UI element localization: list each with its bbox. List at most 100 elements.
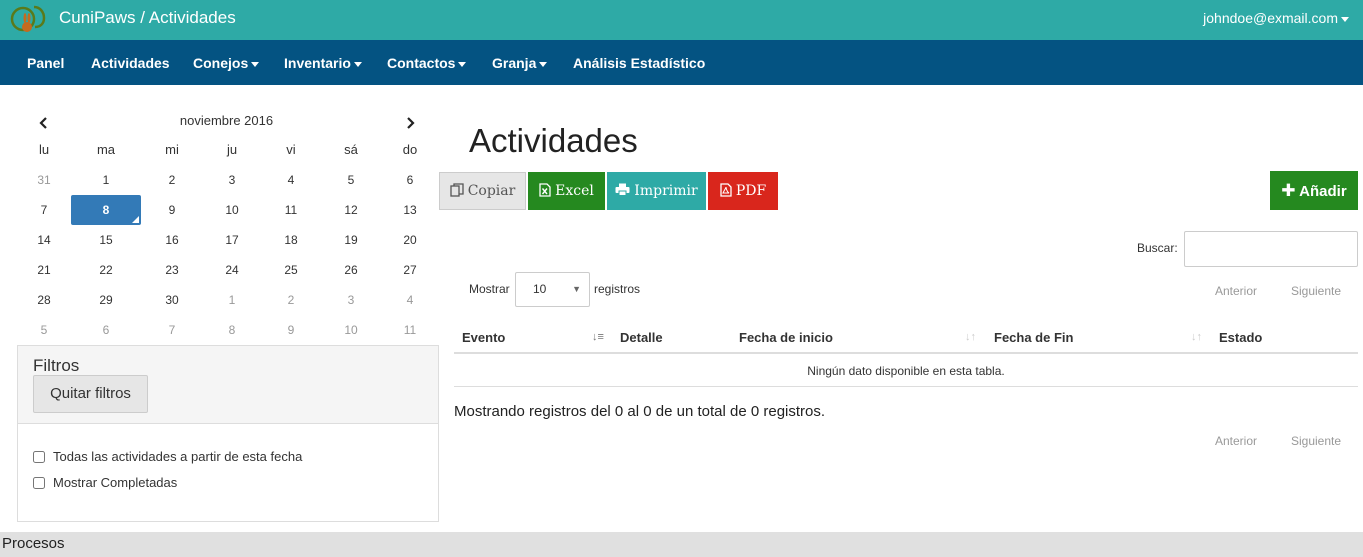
filter-show-completed[interactable]: Mostrar Completadas — [33, 475, 177, 490]
page-title: Actividades — [469, 122, 638, 159]
calendar-day[interactable]: 9 — [261, 315, 321, 345]
calendar-day-selected[interactable]: 8 — [71, 195, 141, 225]
nav-label: Inventario — [284, 55, 351, 71]
weekday-label: sá — [344, 142, 358, 157]
calendar-day[interactable]: 19 — [321, 225, 381, 255]
print-button[interactable]: Imprimir — [607, 172, 706, 210]
user-menu[interactable]: johndoe@exmail.com — [1203, 10, 1349, 26]
calendar-day[interactable]: 2 — [261, 285, 321, 315]
chevron-right-icon[interactable] — [400, 113, 420, 133]
main-nav: Panel Actividades Conejos Inventario Con… — [0, 40, 1363, 85]
filter-show-completed-checkbox[interactable] — [33, 477, 45, 489]
pdf-label: PDF — [735, 183, 767, 199]
calendar-day[interactable]: 4 — [380, 285, 440, 315]
clear-filters-button[interactable]: Quitar filtros — [33, 375, 148, 413]
pdf-button[interactable]: PDF — [708, 172, 778, 210]
calendar-day[interactable]: 15 — [76, 225, 136, 255]
calendar-day[interactable]: 24 — [202, 255, 262, 285]
calendar-month[interactable]: noviembre 2016 — [14, 113, 439, 128]
calendar-day[interactable]: 13 — [380, 195, 440, 225]
calendar-day[interactable]: 23 — [142, 255, 202, 285]
column-evento[interactable]: Evento — [462, 330, 505, 345]
sort-asc-icon[interactable]: ↓≡ — [592, 331, 604, 343]
weekday-label: do — [402, 142, 418, 157]
calendar-day[interactable]: 17 — [202, 225, 262, 255]
calendar-day[interactable]: 25 — [261, 255, 321, 285]
calendar-day[interactable]: 7 — [14, 195, 74, 225]
prev-page-button-bottom[interactable]: Anterior — [1215, 434, 1257, 448]
column-estado[interactable]: Estado — [1219, 330, 1262, 345]
nav-item-conejos[interactable]: Conejos — [193, 55, 260, 71]
calendar-day[interactable]: 26 — [321, 255, 381, 285]
nav-item-contactos[interactable]: Contactos — [387, 55, 467, 71]
calendar-day[interactable]: 10 — [321, 315, 381, 345]
calendar-day[interactable]: 5 — [321, 165, 381, 195]
nav-label: Granja — [492, 55, 537, 71]
caret-down-icon: ▼ — [572, 284, 581, 294]
calendar-day[interactable]: 7 — [142, 315, 202, 345]
processes-title[interactable]: Procesos — [2, 535, 65, 552]
nav-item-granja[interactable]: Granja — [492, 55, 548, 71]
page-length-select[interactable]: 10 ▼ — [515, 272, 590, 307]
calendar-day[interactable]: 4 — [261, 165, 321, 195]
rabbit-logo-icon[interactable] — [10, 3, 50, 35]
column-detalle[interactable]: Detalle — [620, 330, 663, 345]
search-input[interactable] — [1184, 231, 1358, 267]
copy-button[interactable]: Copiar — [439, 172, 526, 210]
add-button[interactable]: ✚ Añadir — [1270, 171, 1358, 210]
prev-page-button[interactable]: Anterior — [1215, 284, 1257, 298]
add-label: Añadir — [1299, 183, 1347, 200]
filter-from-date[interactable]: Todas las actividades a partir de esta f… — [33, 449, 302, 464]
calendar-day[interactable]: 6 — [76, 315, 136, 345]
calendar-day[interactable]: 1 — [76, 165, 136, 195]
caret-down-icon — [353, 61, 362, 67]
next-page-button[interactable]: Siguiente — [1291, 284, 1341, 298]
nav-item-inventario[interactable]: Inventario — [284, 55, 362, 71]
processes-bar: Procesos — [0, 532, 1363, 557]
column-fecha-fin[interactable]: Fecha de Fin — [994, 330, 1073, 345]
calendar-day[interactable]: 5 — [14, 315, 74, 345]
calendar-day[interactable]: 21 — [14, 255, 74, 285]
calendar-day[interactable]: 18 — [261, 225, 321, 255]
nav-label: Actividades — [91, 55, 170, 71]
calendar-day[interactable]: 8 — [202, 315, 262, 345]
calendar-day[interactable]: 30 — [142, 285, 202, 315]
calendar-day[interactable]: 20 — [380, 225, 440, 255]
sort-icon[interactable]: ↓↑ — [1191, 331, 1202, 343]
pdf-file-icon — [720, 183, 732, 197]
calendar-day[interactable]: 2 — [142, 165, 202, 195]
calendar-day[interactable]: 3 — [202, 165, 262, 195]
calendar-day[interactable]: 6 — [380, 165, 440, 195]
calendar-day[interactable]: 29 — [76, 285, 136, 315]
app-title[interactable]: CuniPaws / Actividades — [59, 8, 236, 28]
calendar-day[interactable]: 27 — [380, 255, 440, 285]
printer-icon — [615, 183, 630, 196]
next-page-button-bottom[interactable]: Siguiente — [1291, 434, 1341, 448]
nav-item-panel[interactable]: Panel — [27, 55, 64, 71]
column-fecha-inicio[interactable]: Fecha de inicio — [739, 330, 833, 345]
calendar-weekdays: lu ma mi ju vi sá do — [14, 135, 439, 165]
nav-item-actividades[interactable]: Actividades — [91, 55, 170, 71]
filter-from-date-checkbox[interactable] — [33, 451, 45, 463]
calendar-day[interactable]: 16 — [142, 225, 202, 255]
calendar-day[interactable]: 22 — [76, 255, 136, 285]
calendar-day[interactable]: 9 — [142, 195, 202, 225]
calendar-day[interactable]: 14 — [14, 225, 74, 255]
sort-icon[interactable]: ↓↑ — [965, 331, 976, 343]
checkbox-label: Mostrar Completadas — [53, 475, 178, 490]
nav-label: Conejos — [193, 55, 249, 71]
nav-item-analisis[interactable]: Análisis Estadístico — [573, 55, 705, 71]
calendar-day[interactable]: 11 — [380, 315, 440, 345]
calendar-day[interactable]: 12 — [321, 195, 381, 225]
calendar-day[interactable]: 28 — [14, 285, 74, 315]
calendar-day[interactable]: 3 — [321, 285, 381, 315]
calendar-day[interactable]: 11 — [261, 195, 321, 225]
calendar-day[interactable]: 1 — [202, 285, 262, 315]
table-header: Evento ↓≡ Detalle Fecha de inicio ↓↑ Fec… — [454, 322, 1358, 354]
copy-icon — [450, 183, 464, 197]
user-email: johndoe@exmail.com — [1203, 10, 1338, 26]
caret-down-icon — [251, 61, 260, 67]
calendar-day[interactable]: 31 — [14, 165, 74, 195]
excel-button[interactable]: Excel — [528, 172, 605, 210]
calendar-day[interactable]: 10 — [202, 195, 262, 225]
